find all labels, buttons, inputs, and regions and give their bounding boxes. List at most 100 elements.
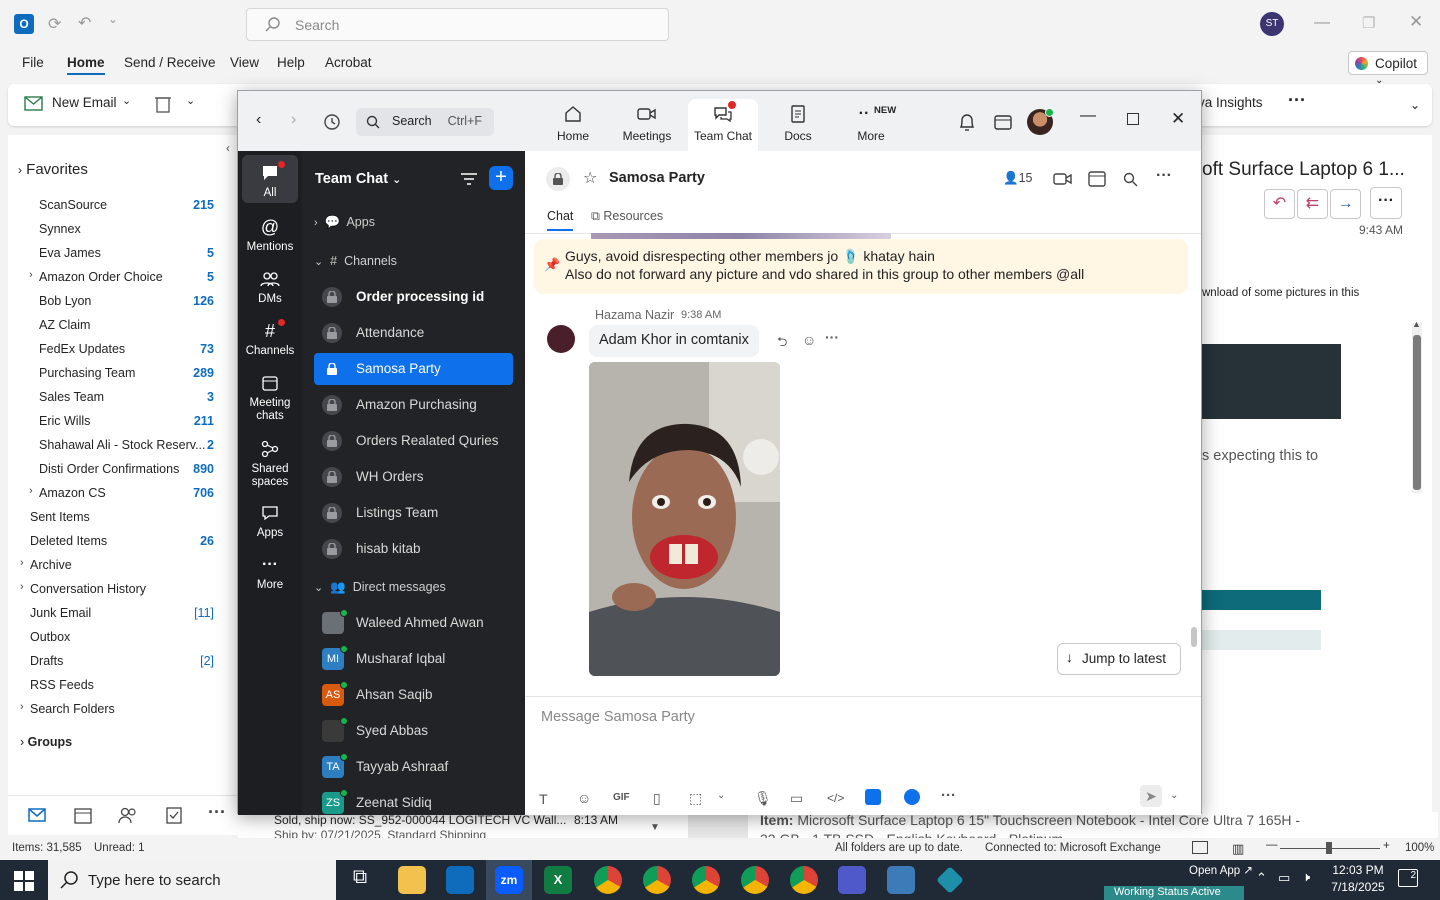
folder-item[interactable]: › Amazon Order Choice 5 [8, 265, 230, 289]
expand-chevron-icon[interactable]: › [29, 485, 33, 497]
expand-chevron-icon[interactable]: › [20, 701, 24, 713]
menu-send-receive[interactable]: Send / Receive [124, 55, 216, 70]
folder-item[interactable]: Eva James 5 [8, 241, 230, 265]
ribbon-collapse-icon[interactable]: ⌄ [1410, 98, 1420, 112]
video-call-icon[interactable] [1053, 172, 1073, 186]
channel-item[interactable]: Amazon Purchasing [314, 389, 513, 421]
channel-item[interactable]: hisab kitab [314, 533, 513, 565]
folder-item[interactable]: Sales Team 3 [8, 385, 230, 409]
tab-home[interactable]: Home [538, 99, 608, 151]
history-icon[interactable] [323, 113, 341, 131]
file-explorer-icon[interactable] [398, 866, 426, 894]
reply-all-button[interactable]: ⇇ [1297, 189, 1328, 219]
emoji-react-icon[interactable]: ☺ [802, 332, 816, 348]
rail-apps[interactable]: Apps [242, 499, 298, 539]
shared-photo[interactable] [589, 362, 780, 676]
forward-icon[interactable]: › [291, 111, 296, 129]
expand-chevron-icon[interactable]: › [20, 557, 24, 569]
folder-item[interactable]: Bob Lyon 126 [8, 289, 230, 313]
window-close-icon[interactable]: ✕ [1171, 109, 1185, 129]
delete-dropdown-icon[interactable]: ⌄ [186, 94, 195, 107]
folder-item[interactable]: AZ Claim [8, 313, 230, 337]
favorites-header[interactable]: › Favorites [18, 161, 88, 178]
reply-button[interactable]: ↶ [1264, 189, 1295, 219]
rail-mentions[interactable]: @ Mentions [242, 213, 298, 254]
folder-item[interactable]: Junk Email [11] [8, 601, 230, 625]
expand-chevron-icon[interactable]: › [20, 581, 24, 593]
menu-home[interactable]: Home [67, 55, 105, 75]
zoom-taskbar-active[interactable]: zm [486, 860, 532, 900]
tab-chat[interactable]: Chat [547, 209, 574, 231]
pinned-message[interactable]: 📌 Guys, avoid disrespecting other member… [534, 239, 1188, 294]
rail-shared-spaces[interactable]: Shared spaces [242, 435, 298, 489]
delete-icon[interactable] [154, 94, 172, 114]
expand-chevron-icon[interactable]: › [29, 269, 33, 281]
network-icon[interactable]: ▭ [1278, 870, 1290, 886]
tab-docs[interactable]: Docs [763, 99, 833, 151]
channel-name[interactable]: Samosa Party [609, 170, 705, 186]
dm-item[interactable]: ZS Zeenat Sidiq [314, 787, 513, 815]
direct-messages-section[interactable]: ⌄ 👥 Direct messages [314, 580, 446, 595]
customize-toolbar-icon[interactable]: ⌄ [108, 12, 118, 26]
format-text-icon[interactable]: T [539, 791, 548, 807]
user-avatar[interactable] [1027, 108, 1054, 135]
taskbar-search-input[interactable]: Type here to search [48, 860, 336, 900]
task-view-icon[interactable]: ⧉ [346, 866, 374, 894]
notifications-icon[interactable]: 2 [1398, 869, 1418, 887]
app-icon-1[interactable] [865, 789, 881, 805]
undo-icon[interactable]: ↶ [78, 13, 91, 33]
folder-item[interactable]: › Conversation History [8, 577, 230, 601]
dm-item[interactable]: AS Ahsan Saqib [314, 679, 513, 711]
menu-file[interactable]: File [22, 55, 44, 70]
copilot-button[interactable]: Copilot ⌄ [1348, 51, 1428, 86]
video-message-icon[interactable]: ▭ [790, 790, 803, 807]
channels-section[interactable]: ⌄ # Channels [314, 254, 397, 268]
tab-team-chat[interactable]: Team Chat [688, 99, 758, 151]
channel-item[interactable]: Order processing id [314, 281, 513, 313]
collapse-pane-icon[interactable]: ‹ [226, 141, 230, 155]
groups-header[interactable]: › Groups [20, 735, 72, 749]
zoom-slider-thumb[interactable] [1326, 842, 1332, 854]
outlook-search-input[interactable]: Search [246, 8, 669, 41]
folder-item[interactable]: Outbox [8, 625, 230, 649]
chrome-icon[interactable] [741, 866, 769, 894]
open-app-tooltip[interactable]: Open App ↗ [1184, 861, 1253, 878]
sender-name[interactable]: Hazama Nazir [595, 308, 674, 322]
send-icon[interactable]: ➤ [1140, 785, 1162, 807]
mail-list-item[interactable]: Sold, ship now: SS_952-000044 LOGITECH V… [238, 812, 688, 842]
star-icon[interactable]: ☆ [583, 168, 597, 188]
zoom-out-icon[interactable]: — [1266, 839, 1278, 851]
message-bubble[interactable]: Adam Khor in comtanix [589, 325, 759, 357]
ribbon-more-icon[interactable]: ··· [1288, 90, 1306, 111]
menu-acrobat[interactable]: Acrobat [325, 55, 372, 70]
message-more-icon[interactable]: ··· [825, 329, 839, 345]
chrome-icon[interactable] [594, 866, 622, 894]
calendar-icon[interactable] [74, 807, 92, 824]
folder-item[interactable]: FedEx Updates 73 [8, 337, 230, 361]
new-email-button[interactable]: New Email [52, 95, 117, 110]
maximize-icon[interactable]: ❐ [1362, 14, 1375, 32]
rail-channels[interactable]: # Channels [242, 317, 298, 357]
channel-item[interactable]: Attendance [314, 317, 513, 349]
apps-section[interactable]: › 💬 Apps [314, 215, 375, 230]
file-icon[interactable]: ▯ [653, 790, 661, 807]
normal-view-icon[interactable] [1192, 841, 1208, 854]
window-minimize-icon[interactable]: — [1080, 107, 1096, 125]
rail-all[interactable]: All [242, 155, 298, 203]
dm-item[interactable]: MI Musharaf Iqbal [314, 643, 513, 675]
mail-icon[interactable] [28, 808, 46, 822]
rail-more[interactable]: ··· More [242, 551, 298, 591]
reading-scrollbar[interactable] [1412, 323, 1422, 493]
filter-icon[interactable] [460, 171, 478, 187]
new-chat-button[interactable]: + [489, 166, 513, 190]
dm-item[interactable]: Syed Abbas [314, 715, 513, 747]
screenshot-dropdown-icon[interactable]: ⌄ [717, 790, 725, 801]
teams-icon[interactable] [838, 866, 866, 894]
tab-more[interactable]: ·· NEW More [836, 99, 906, 151]
folder-item[interactable]: Purchasing Team 289 [8, 361, 230, 385]
people-icon[interactable] [118, 807, 138, 824]
folder-item[interactable]: ScanSource 215 [8, 193, 230, 217]
tab-meetings[interactable]: Meetings [612, 99, 682, 151]
volume-icon[interactable]: 🕨 [1302, 869, 1310, 885]
close-icon[interactable]: ✕ [1409, 12, 1423, 32]
